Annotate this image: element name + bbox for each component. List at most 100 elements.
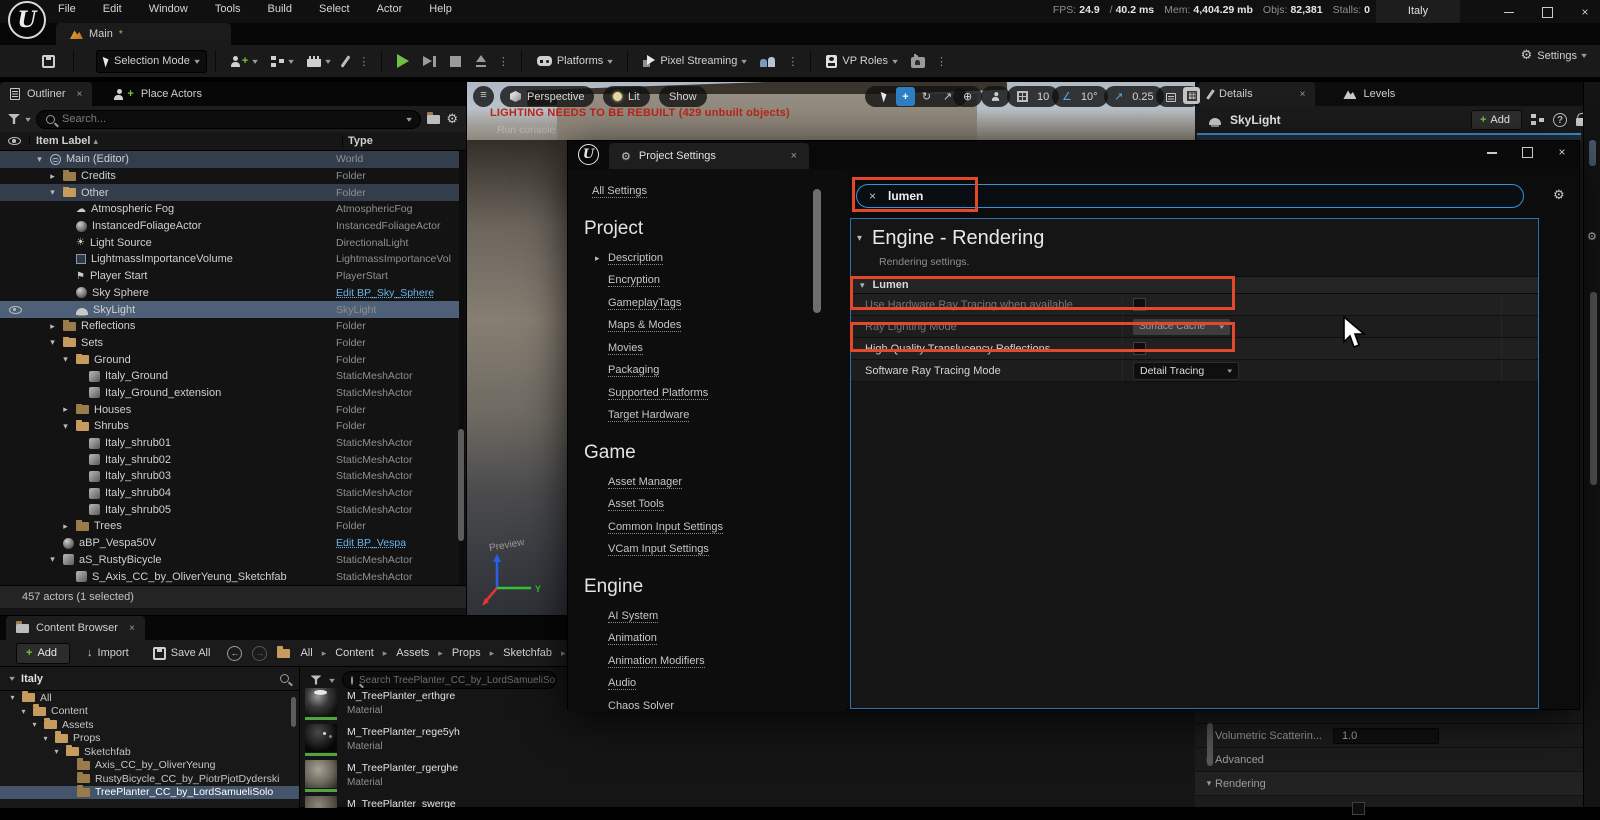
- back-icon[interactable]: ←: [227, 646, 242, 661]
- tab-main-level[interactable]: Main *: [56, 23, 231, 45]
- breadcrumb-item[interactable]: Content: [335, 647, 374, 659]
- viewport-menu-icon[interactable]: ≡: [473, 86, 494, 107]
- breadcrumb-item[interactable]: Props: [452, 647, 481, 659]
- outliner-row[interactable]: Italy_shrub02StaticMeshActor: [0, 451, 460, 468]
- chevron-down-icon[interactable]: ▾: [25, 115, 31, 124]
- rotation-snap-control[interactable]: ∠ 10°: [1052, 86, 1108, 107]
- expand-arrow-icon[interactable]: ▾: [47, 337, 58, 348]
- settings-dropdown[interactable]: ⚙ Settings ▾: [1521, 48, 1586, 63]
- kebab-icon[interactable]: ⋮: [354, 55, 373, 68]
- save-icon[interactable]: [42, 55, 55, 68]
- outliner-row[interactable]: Italy_shrub03StaticMeshActor: [0, 468, 460, 485]
- menu-file[interactable]: File: [58, 3, 76, 15]
- expand-arrow-icon[interactable]: ▾: [52, 747, 61, 756]
- expand-arrow-icon[interactable]: ▸: [60, 521, 71, 532]
- gear-icon[interactable]: ⚙: [446, 112, 458, 127]
- rotate-tool-icon[interactable]: ↻: [917, 87, 936, 106]
- settings-search-input[interactable]: × lumen: [856, 184, 1524, 208]
- expand-arrow-icon[interactable]: ▸: [47, 321, 58, 332]
- nav-item-description[interactable]: Description: [608, 252, 663, 265]
- forward-icon[interactable]: →: [252, 646, 267, 661]
- minimize-icon[interactable]: [1502, 5, 1516, 19]
- viewport-layout-button[interactable]: [1183, 87, 1200, 104]
- unreal-logo[interactable]: U: [8, 1, 46, 39]
- column-type[interactable]: Type: [342, 135, 466, 147]
- new-folder-icon[interactable]: [427, 115, 440, 124]
- asset-item[interactable]: M_TreePlanter_erthgreMaterial: [305, 688, 565, 720]
- checkbox[interactable]: [1133, 298, 1146, 311]
- outliner-row[interactable]: SkyLightSkyLight: [0, 301, 460, 318]
- clear-search-icon[interactable]: ×: [869, 189, 876, 203]
- checkbox[interactable]: [1352, 802, 1365, 815]
- category-row-advanced[interactable]: ▸ Advanced: [1195, 748, 1583, 772]
- outliner-row[interactable]: ▾SetsFolder: [0, 335, 460, 352]
- asset-item[interactable]: M_TreePlanter_rege5yhMaterial: [305, 724, 565, 756]
- play-button[interactable]: [390, 49, 416, 73]
- platforms-dropdown[interactable]: Platforms ▾: [530, 49, 619, 73]
- tab-details[interactable]: Details ×: [1199, 82, 1315, 106]
- outliner-row[interactable]: Italy_Ground_extensionStaticMeshActor: [0, 385, 460, 402]
- nav-item-packaging[interactable]: Packaging: [608, 364, 659, 377]
- tab-project-settings[interactable]: ⚙ Project Settings ×: [609, 143, 809, 169]
- outliner-row[interactable]: ▾OtherFolder: [0, 184, 460, 201]
- nav-item-audio[interactable]: Audio: [608, 677, 636, 690]
- folder-tree-row[interactable]: ▾Sketchfab: [0, 745, 299, 759]
- outliner-row[interactable]: ☁Atmospheric FogAtmosphericFog: [0, 201, 460, 218]
- close-icon[interactable]: ×: [1555, 145, 1569, 159]
- eye-icon[interactable]: [8, 137, 21, 145]
- eye-icon[interactable]: [9, 306, 22, 314]
- menu-tools[interactable]: Tools: [215, 3, 241, 15]
- setting-row[interactable]: Ray Lighting ModeSurface Cache▾: [851, 316, 1538, 338]
- menu-actor[interactable]: Actor: [377, 3, 403, 15]
- viewport-scene[interactable]: Preview Y: [467, 140, 567, 615]
- outliner-row[interactable]: LightmassImportanceVolumeLightmassImport…: [0, 251, 460, 268]
- nav-item-animation-modifiers[interactable]: Animation Modifiers: [608, 655, 705, 668]
- kebab-icon[interactable]: ⋮: [932, 55, 951, 68]
- outliner-row[interactable]: ⚑Player StartPlayerStart: [0, 268, 460, 285]
- checkbox[interactable]: [1133, 342, 1146, 355]
- outliner-row[interactable]: ▾aS_RustyBicycleStaticMeshActor: [0, 552, 460, 569]
- kebab-icon[interactable]: ⋮: [494, 55, 513, 68]
- outliner-row[interactable]: Italy_shrub01StaticMeshActor: [0, 435, 460, 452]
- nav-item-chaos-solver[interactable]: Chaos Solver: [608, 700, 674, 712]
- menu-help[interactable]: Help: [429, 3, 452, 15]
- blueprints-button[interactable]: ▾: [264, 49, 300, 73]
- expand-arrow-icon[interactable]: ▾: [19, 707, 28, 716]
- viewport[interactable]: LIGHTING NEEDS TO BE REBUILT (429 unbuil…: [467, 82, 1195, 140]
- outliner-row[interactable]: Sky SphereEdit BP_Sky_Sphere: [0, 285, 460, 302]
- help-icon[interactable]: ?: [1553, 113, 1567, 127]
- outliner-row[interactable]: S_Axis_CC_by_OliverYeung_SketchfabStatic…: [0, 568, 460, 585]
- tree-scrollbar[interactable]: [291, 697, 296, 727]
- filter-icon[interactable]: [8, 114, 20, 124]
- nav-item-target-hardware[interactable]: Target Hardware: [608, 409, 689, 422]
- scrollbar-thumb[interactable]: [1590, 292, 1597, 485]
- add-asset-button[interactable]: + Add: [16, 643, 70, 664]
- close-icon[interactable]: ×: [129, 623, 135, 634]
- world-space-toggle[interactable]: ⊕: [953, 86, 982, 107]
- tab-content-browser[interactable]: Content Browser ×: [6, 616, 145, 640]
- property-value-field[interactable]: 1.0: [1333, 728, 1439, 744]
- nav-item-animation[interactable]: Animation: [608, 632, 657, 645]
- window-title-bar[interactable]: U ⚙ Project Settings × ×: [568, 141, 1579, 169]
- outliner-row[interactable]: aBP_Vespa50VEdit BP_Vespa: [0, 535, 460, 552]
- close-icon[interactable]: ×: [1578, 5, 1592, 19]
- nav-all-settings[interactable]: All Settings: [592, 185, 647, 198]
- minimize-icon[interactable]: [1485, 145, 1499, 159]
- move-tool-icon[interactable]: +: [896, 87, 915, 106]
- breadcrumb-item[interactable]: Assets: [396, 647, 429, 659]
- search-icon[interactable]: [280, 674, 289, 683]
- folder-tree-row[interactable]: ▾Assets: [0, 718, 299, 732]
- outliner-row[interactable]: ▾ShrubsFolder: [0, 418, 460, 435]
- selection-mode-dropdown[interactable]: Selection Mode ▾: [96, 50, 207, 73]
- expand-arrow-icon[interactable]: ▾: [60, 421, 71, 432]
- pixel-streaming-dropdown[interactable]: Pixel Streaming ▾: [636, 49, 753, 73]
- close-icon[interactable]: ×: [1300, 89, 1306, 100]
- nav-item-common-input-settings[interactable]: Common Input Settings: [608, 521, 723, 534]
- close-icon[interactable]: ×: [77, 89, 83, 100]
- menu-build[interactable]: Build: [268, 3, 292, 15]
- nav-item-supported-platforms[interactable]: Supported Platforms: [608, 387, 708, 400]
- tab-outliner[interactable]: Outliner ×: [0, 82, 92, 106]
- collapse-arrow-icon[interactable]: ▾: [9, 674, 15, 683]
- outliner-row[interactable]: ▸HousesFolder: [0, 401, 460, 418]
- asset-item[interactable]: M_TreePlanter_rgergheMaterial: [305, 760, 565, 792]
